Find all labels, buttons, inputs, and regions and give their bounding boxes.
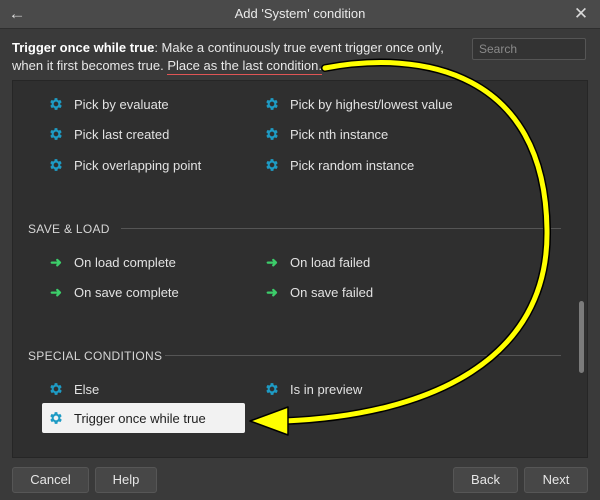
list-item-on-load-complete[interactable]: ➜ On load complete bbox=[47, 250, 176, 274]
list-item-pick-random-instance[interactable]: Pick random instance bbox=[263, 153, 414, 177]
gear-icon bbox=[263, 95, 281, 113]
condition-description: Trigger once while true: Make a continuo… bbox=[12, 39, 462, 75]
list-item-on-save-complete[interactable]: ➜ On save complete bbox=[47, 280, 179, 304]
list-item-label: Pick nth instance bbox=[290, 126, 389, 142]
description-title: Trigger once while true bbox=[12, 40, 155, 55]
gear-icon bbox=[263, 380, 281, 398]
trigger-arrow-icon: ➜ bbox=[266, 253, 278, 270]
list-item-label: On save failed bbox=[290, 284, 374, 300]
gear-icon bbox=[47, 409, 65, 427]
list-item-is-in-preview[interactable]: Is in preview bbox=[263, 377, 362, 401]
scrollbar-thumb[interactable] bbox=[579, 301, 584, 373]
list-item-label: On load complete bbox=[74, 254, 176, 270]
list-item-pick-by-highest-lowest-value[interactable]: Pick by highest/lowest value bbox=[263, 92, 453, 116]
trigger-arrow-icon: ➜ bbox=[50, 253, 62, 270]
gear-icon bbox=[263, 156, 281, 174]
title-bar: ← Add 'System' condition ✕ bbox=[0, 0, 600, 29]
search-input[interactable] bbox=[472, 38, 586, 60]
list-item-on-save-failed[interactable]: ➜ On save failed bbox=[263, 280, 373, 304]
gear-icon bbox=[47, 95, 65, 113]
list-item-label: Pick by highest/lowest value bbox=[290, 96, 453, 112]
list-item-trigger-once-while-true[interactable]: Trigger once while true bbox=[42, 403, 245, 433]
list-item-pick-last-created[interactable]: Pick last created bbox=[47, 122, 169, 146]
section-divider bbox=[121, 228, 561, 229]
gear-icon bbox=[47, 125, 65, 143]
gear-icon bbox=[263, 125, 281, 143]
list-item-on-load-failed[interactable]: ➜ On load failed bbox=[263, 250, 370, 274]
back-button[interactable]: Back bbox=[453, 467, 518, 493]
gear-icon bbox=[47, 380, 65, 398]
section-divider bbox=[165, 355, 561, 356]
list-item-label: Pick overlapping point bbox=[74, 157, 202, 173]
section-heading-special-conditions: SPECIAL CONDITIONS bbox=[28, 349, 163, 363]
list-item-label: Is in preview bbox=[290, 381, 363, 397]
list-item-label: On load failed bbox=[290, 254, 371, 270]
next-button[interactable]: Next bbox=[524, 467, 588, 493]
list-item-label: Else bbox=[74, 381, 100, 397]
trigger-arrow-icon: ➜ bbox=[50, 283, 62, 300]
list-item-pick-by-evaluate[interactable]: Pick by evaluate bbox=[47, 92, 169, 116]
cancel-button[interactable]: Cancel bbox=[12, 467, 89, 493]
list-item-else[interactable]: Else bbox=[47, 377, 99, 401]
section-heading-save-load: SAVE & LOAD bbox=[28, 222, 110, 236]
condition-list[interactable]: Pick by evaluate Pick by highest/lowest … bbox=[12, 80, 588, 458]
gear-icon bbox=[47, 156, 65, 174]
trigger-arrow-icon: ➜ bbox=[266, 283, 278, 300]
list-item-label: On save complete bbox=[74, 284, 179, 300]
dialog-title: Add 'System' condition bbox=[234, 6, 366, 21]
list-item-label: Pick last created bbox=[74, 126, 170, 142]
close-icon[interactable]: ✕ bbox=[570, 3, 592, 25]
list-item-label: Pick by evaluate bbox=[74, 96, 169, 112]
help-button[interactable]: Help bbox=[95, 467, 157, 493]
list-item-label: Trigger once while true bbox=[74, 410, 206, 426]
list-item-pick-nth-instance[interactable]: Pick nth instance bbox=[263, 122, 388, 146]
list-item-label: Pick random instance bbox=[290, 157, 415, 173]
list-item-pick-overlapping-point[interactable]: Pick overlapping point bbox=[47, 153, 201, 177]
description-highlight: Place as the last condition. bbox=[167, 58, 322, 75]
